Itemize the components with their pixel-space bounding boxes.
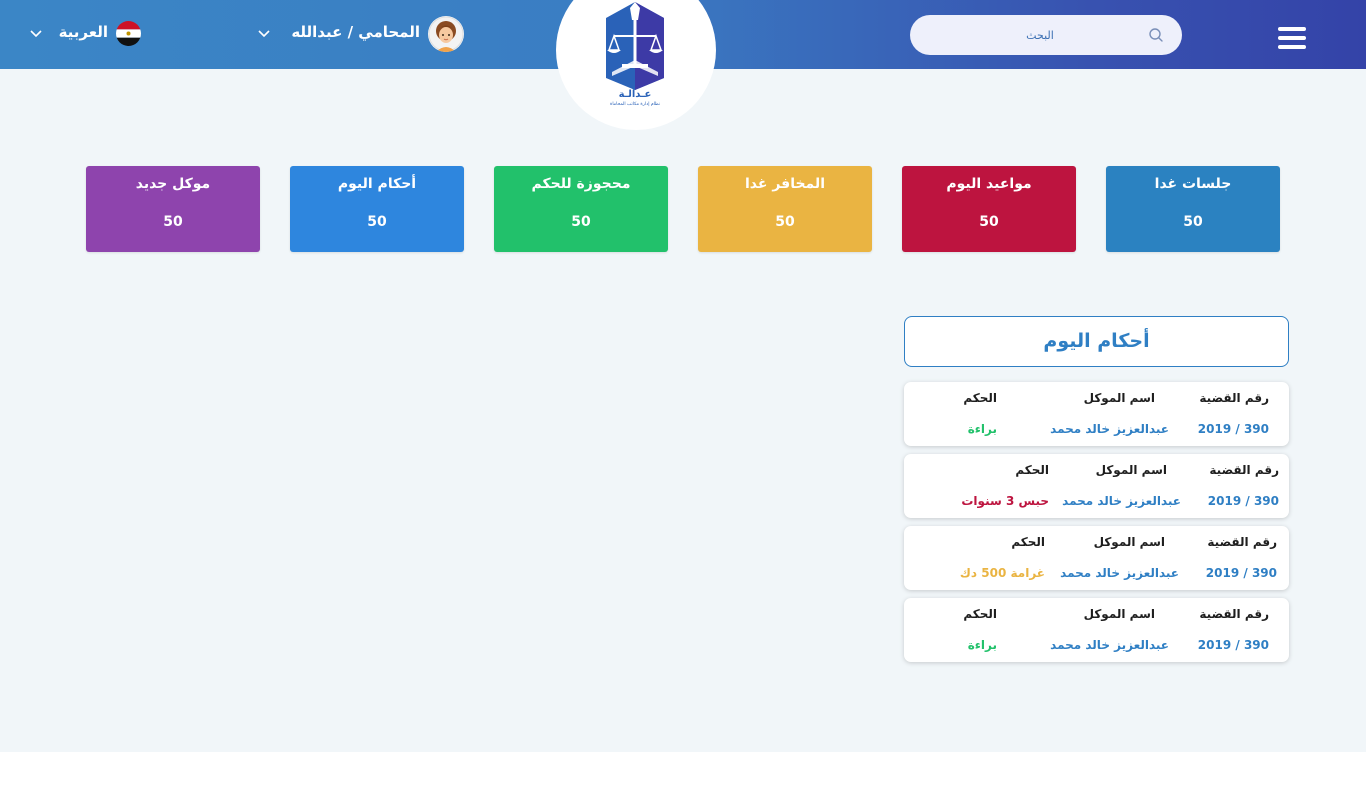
user-name[interactable]: المحامي / عبدالله (280, 23, 420, 45)
client-name-label: اسم الموكل (1083, 607, 1155, 621)
judgment-card[interactable]: رقم القضية اسم الموكل الحكم 390 / 2019 عبدال… (904, 526, 1289, 590)
stat-value: 50 (979, 214, 999, 230)
case-number-label: رقم القضية (1209, 463, 1279, 477)
client-name-value: عبدالعزيز خالد محمد (1060, 566, 1179, 580)
stat-title: المخافر غدا (745, 176, 825, 192)
verdict-value: براءة (967, 422, 997, 436)
language-label[interactable]: العربية (48, 23, 108, 45)
stat-value: 50 (163, 214, 183, 230)
judgment-card[interactable]: رقم القضية اسم الموكل الحكم 390 / 2019 عبدال… (904, 598, 1289, 662)
avatar[interactable] (428, 16, 464, 52)
search-box[interactable] (910, 15, 1182, 55)
verdict-label: الحكم (963, 391, 997, 405)
search-icon[interactable] (1148, 27, 1164, 43)
judgments-title: أحكام اليوم (904, 316, 1289, 367)
verdict-value: براءة (967, 638, 997, 652)
case-number-label: رقم القضية (1199, 607, 1269, 621)
chevron-down-icon[interactable] (30, 30, 42, 38)
stat-card[interactable]: جلسات غدا 50 (1106, 166, 1280, 252)
case-number-value: 390 / 2019 (1205, 566, 1277, 580)
stat-card[interactable]: المخافر غدا 50 (698, 166, 872, 252)
judgment-card[interactable]: رقم القضية اسم الموكل الحكم 390 / 2019 عبدال… (904, 382, 1289, 446)
stat-title: جلسات غدا (1154, 176, 1232, 192)
stat-card[interactable]: محجوزة للحكم 50 (494, 166, 668, 252)
stat-title: أحكام اليوم (337, 176, 417, 192)
stat-title: محجوزة للحكم (531, 176, 631, 192)
stat-card[interactable]: موكل جديد 50 (86, 166, 260, 252)
client-name-label: اسم الموكل (1083, 391, 1155, 405)
adala-logo[interactable]: عـدالـة نظام إدارة مكاتب المحاماة (596, 0, 674, 108)
verdict-label: الحكم (1015, 463, 1049, 477)
stat-card[interactable]: أحكام اليوم 50 (290, 166, 464, 252)
stat-value: 50 (775, 214, 795, 230)
client-name-label: اسم الموكل (1095, 463, 1167, 477)
client-name-value: عبدالعزيز خالد محمد (1050, 638, 1169, 652)
search-input[interactable] (930, 15, 1150, 55)
verdict-value: حبس 3 سنوات (961, 494, 1049, 508)
menu-icon[interactable] (1278, 27, 1306, 49)
user-menu[interactable]: المحامي / عبدالله (254, 16, 466, 52)
stat-value: 50 (1183, 214, 1203, 230)
case-number-value: 390 / 2019 (1197, 638, 1269, 652)
case-number-label: رقم القضية (1199, 391, 1269, 405)
logo-subtitle: نظام إدارة مكاتب المحاماة (610, 101, 660, 107)
case-number-label: رقم القضية (1207, 535, 1277, 549)
client-name-value: عبدالعزيز خالد محمد (1062, 494, 1181, 508)
language-selector[interactable]: العربية (28, 20, 144, 48)
stat-card[interactable]: مواعيد اليوم 50 (902, 166, 1076, 252)
client-name-value: عبدالعزيز خالد محمد (1050, 422, 1169, 436)
stat-value: 50 (367, 214, 387, 230)
case-number-value: 390 / 2019 (1197, 422, 1269, 436)
verdict-label: الحكم (963, 607, 997, 621)
stat-title: موكل جديد (135, 176, 211, 192)
verdict-value: غرامة 500 دك (959, 566, 1045, 580)
case-number-value: 390 / 2019 (1207, 494, 1279, 508)
egypt-flag-icon (116, 21, 141, 46)
logo-text: عـدالـة (619, 89, 652, 100)
chevron-down-icon[interactable] (258, 30, 270, 38)
verdict-label: الحكم (1011, 535, 1045, 549)
stat-value: 50 (571, 214, 591, 230)
client-name-label: اسم الموكل (1093, 535, 1165, 549)
stat-title: مواعيد اليوم (946, 176, 1032, 192)
judgment-card[interactable]: رقم القضية اسم الموكل الحكم 390 / 2019 عبدال… (904, 454, 1289, 518)
